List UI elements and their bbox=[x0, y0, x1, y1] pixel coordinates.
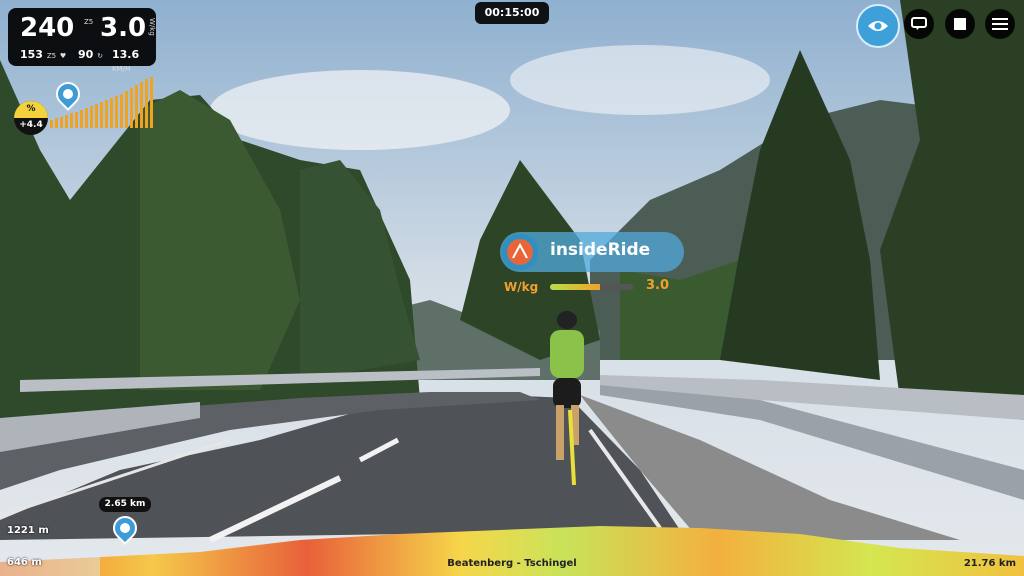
rider-wkg-label: W/kg bbox=[504, 280, 539, 294]
mini-elevation-chart bbox=[50, 77, 153, 128]
wkg-unit: W/kg bbox=[148, 18, 156, 36]
cadence-icon: ↻ bbox=[97, 52, 104, 60]
route-name: Beatenberg - Tschingel bbox=[447, 558, 577, 569]
menu-button[interactable] bbox=[985, 9, 1015, 39]
route-total-distance: 21.76 km bbox=[963, 558, 1016, 569]
eye-icon bbox=[868, 21, 888, 31]
rider-avatar bbox=[502, 234, 538, 270]
elevation-max: 1221 m bbox=[7, 525, 49, 536]
hr-zone: Z5 bbox=[46, 52, 57, 60]
power-zone: Z5 bbox=[84, 18, 94, 26]
current-distance: 2.65 km bbox=[99, 497, 151, 512]
heart-icon: ♥ bbox=[59, 52, 67, 60]
stop-icon bbox=[954, 18, 966, 30]
insideride-logo-icon bbox=[512, 242, 528, 259]
grade-symbol: % bbox=[26, 104, 36, 114]
cadence-value: 90 bbox=[78, 48, 94, 61]
stats-panel: 240 Z5 3.0 W/kg 153 Z5 ♥ 90 ↻ 13.6 KM/H bbox=[8, 8, 156, 73]
grade-indicator: % +4.4 bbox=[14, 101, 48, 135]
chat-icon bbox=[911, 17, 927, 30]
stop-button[interactable] bbox=[945, 9, 975, 39]
rider-name: insideRide bbox=[550, 240, 651, 260]
heart-rate-value: 153 bbox=[20, 48, 43, 61]
wkg-value: 3.0 bbox=[100, 13, 147, 43]
rider-name-tag[interactable]: insideRide bbox=[500, 232, 684, 272]
rider-wkg-bar bbox=[550, 284, 634, 290]
speed-unit: KM/H bbox=[112, 65, 131, 73]
chat-button[interactable] bbox=[904, 9, 934, 39]
camera-view-button[interactable] bbox=[856, 4, 900, 48]
power-value: 240 bbox=[20, 13, 75, 43]
grade-value: +4.4 bbox=[19, 120, 43, 130]
rider-wkg-value: 3.0 bbox=[646, 278, 670, 293]
elapsed-timer: 00:15:00 bbox=[475, 2, 549, 24]
hamburger-menu-icon bbox=[992, 18, 1008, 30]
speed-value: 13.6 bbox=[112, 48, 140, 61]
